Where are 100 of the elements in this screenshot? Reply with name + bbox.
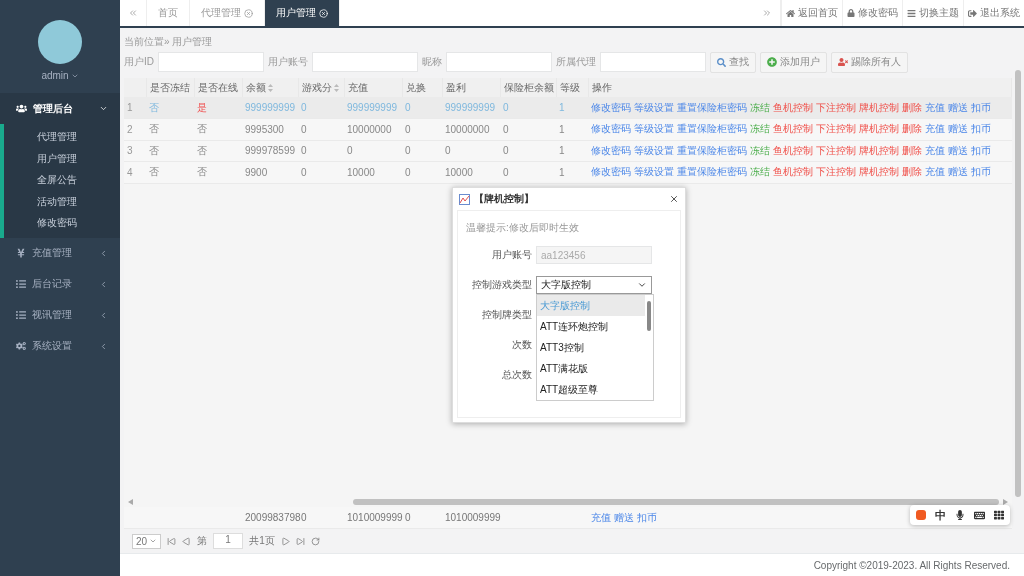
action-link[interactable]: 赠送: [614, 511, 634, 523]
sort-icon[interactable]: [333, 83, 339, 92]
scrollbar-thumb[interactable]: [1015, 70, 1021, 497]
action-link[interactable]: 扣币: [971, 166, 991, 178]
previous-page-icon[interactable]: [182, 536, 192, 546]
scrollbar-thumb[interactable]: [647, 301, 651, 331]
table-cell: 10000000: [442, 118, 500, 140]
action-link[interactable]: 冻结: [750, 166, 770, 178]
action-link[interactable]: 冻结: [750, 144, 770, 156]
input-field[interactable]: [158, 52, 264, 72]
scrollbar-thumb[interactable]: [352, 499, 999, 505]
toolbar-link[interactable]: 返回首页: [781, 0, 842, 26]
menu-item[interactable]: 全屏公告: [4, 169, 120, 191]
action-link[interactable]: 修改密码: [591, 123, 631, 135]
menu-item[interactable]: 用户管理: [4, 147, 120, 169]
scroll-left-icon[interactable]: [128, 499, 133, 505]
menu-group[interactable]: 系统设置: [0, 330, 120, 362]
action-link[interactable]: 等级设置: [634, 144, 674, 156]
last-page-icon[interactable]: [295, 536, 305, 546]
action-link[interactable]: 冻结: [750, 101, 770, 113]
menu-group[interactable]: 充值管理: [0, 237, 120, 269]
action-link[interactable]: 充值: [925, 101, 945, 113]
action-link[interactable]: 冻结: [750, 123, 770, 135]
action-link[interactable]: 下注控制: [816, 144, 856, 156]
chevron-left-icon: [99, 341, 108, 351]
input-field[interactable]: [312, 52, 418, 72]
input-field[interactable]: [600, 52, 706, 72]
keyboard-icon[interactable]: [974, 509, 985, 521]
action-link[interactable]: 重置保险柜密码: [677, 101, 747, 113]
user-menu[interactable]: admin: [41, 70, 79, 81]
action-link[interactable]: 重置保险柜密码: [677, 144, 747, 156]
action-link[interactable]: 等级设置: [634, 166, 674, 178]
first-page-icon[interactable]: [167, 536, 177, 546]
tab[interactable]: 用户管理: [265, 0, 340, 26]
action-link[interactable]: 赠送: [948, 101, 968, 113]
action-link[interactable]: 牌机控制: [859, 166, 899, 178]
table-cell: 0: [500, 161, 556, 183]
toolbar-link[interactable]: 切换主题: [902, 0, 963, 26]
toolbar-link[interactable]: 退出系统: [963, 0, 1024, 26]
menu-group[interactable]: 视讯管理: [0, 299, 120, 331]
action-link[interactable]: 牌机控制: [859, 123, 899, 135]
filter-button[interactable]: 查找: [710, 51, 756, 73]
action-link[interactable]: 下注控制: [816, 101, 856, 113]
action-link[interactable]: 赠送: [948, 144, 968, 156]
action-link[interactable]: 修改密码: [591, 144, 631, 156]
game-type-select[interactable]: 大字版控制: [536, 276, 652, 294]
action-link[interactable]: 牌机控制: [859, 101, 899, 113]
menu-item[interactable]: 活动管理: [4, 190, 120, 212]
filter-button[interactable]: 添加用户: [760, 51, 827, 73]
action-link[interactable]: 重置保险柜密码: [677, 123, 747, 135]
action-link[interactable]: 鱼机控制: [773, 144, 813, 156]
action-link[interactable]: 删除: [902, 166, 922, 178]
action-link[interactable]: 鱼机控制: [773, 101, 813, 113]
action-link[interactable]: 修改密码: [591, 101, 631, 113]
action-link[interactable]: 牌机控制: [859, 144, 899, 156]
action-link[interactable]: 充值: [925, 123, 945, 135]
next-page-icon[interactable]: [280, 536, 290, 546]
filter-button[interactable]: 踢除所有人: [831, 51, 908, 73]
action-link[interactable]: 修改密码: [591, 166, 631, 178]
ime-toolbar[interactable]: 中: [910, 505, 1010, 525]
toolbar-link[interactable]: 修改密码: [842, 0, 902, 26]
table-cell: 否: [194, 161, 242, 183]
action-link[interactable]: 扣币: [971, 101, 991, 113]
page-input[interactable]: 1: [213, 533, 244, 549]
menu-group[interactable]: 后台记录: [0, 268, 120, 300]
action-link[interactable]: 鱼机控制: [773, 123, 813, 135]
grid-icon[interactable]: [994, 510, 1004, 520]
page-size-select[interactable]: 20: [132, 533, 162, 549]
action-link[interactable]: 赠送: [948, 166, 968, 178]
scroll-right-icon[interactable]: [1003, 499, 1008, 505]
sort-icon[interactable]: [267, 83, 273, 92]
action-link[interactable]: 充值: [925, 144, 945, 156]
column-header[interactable]: 操作: [591, 80, 612, 95]
action-link[interactable]: 扣币: [637, 511, 657, 523]
action-link[interactable]: 鱼机控制: [773, 166, 813, 178]
action-link[interactable]: 下注控制: [816, 166, 856, 178]
action-link[interactable]: 充值: [925, 166, 945, 178]
action-link[interactable]: 重置保险柜密码: [677, 166, 747, 178]
action-link[interactable]: 下注控制: [816, 123, 856, 135]
action-link[interactable]: 赠送: [948, 123, 968, 135]
dropdown-option[interactable]: 大字版控制: [537, 295, 645, 316]
refresh-icon[interactable]: [310, 536, 320, 546]
input-mode[interactable]: 中: [935, 507, 946, 523]
menu-group[interactable]: 管理后台: [0, 93, 120, 124]
action-link[interactable]: 扣币: [971, 123, 991, 135]
table-cell: 否: [194, 118, 242, 140]
action-link[interactable]: 扣币: [971, 144, 991, 156]
action-link[interactable]: 删除: [902, 101, 922, 113]
action-link[interactable]: 删除: [902, 144, 922, 156]
action-link[interactable]: 充值: [591, 511, 611, 523]
table-cell: 0: [500, 140, 556, 162]
avatar[interactable]: [38, 20, 82, 64]
menu-item[interactable]: 修改密码: [4, 212, 120, 234]
action-link[interactable]: 等级设置: [634, 101, 674, 113]
menu-item[interactable]: 代理管理: [4, 126, 120, 148]
action-link[interactable]: 删除: [902, 123, 922, 135]
microphone-icon[interactable]: [955, 510, 965, 520]
input-field[interactable]: [446, 52, 552, 72]
action-link[interactable]: 等级设置: [634, 123, 674, 135]
close-icon[interactable]: [669, 194, 679, 204]
